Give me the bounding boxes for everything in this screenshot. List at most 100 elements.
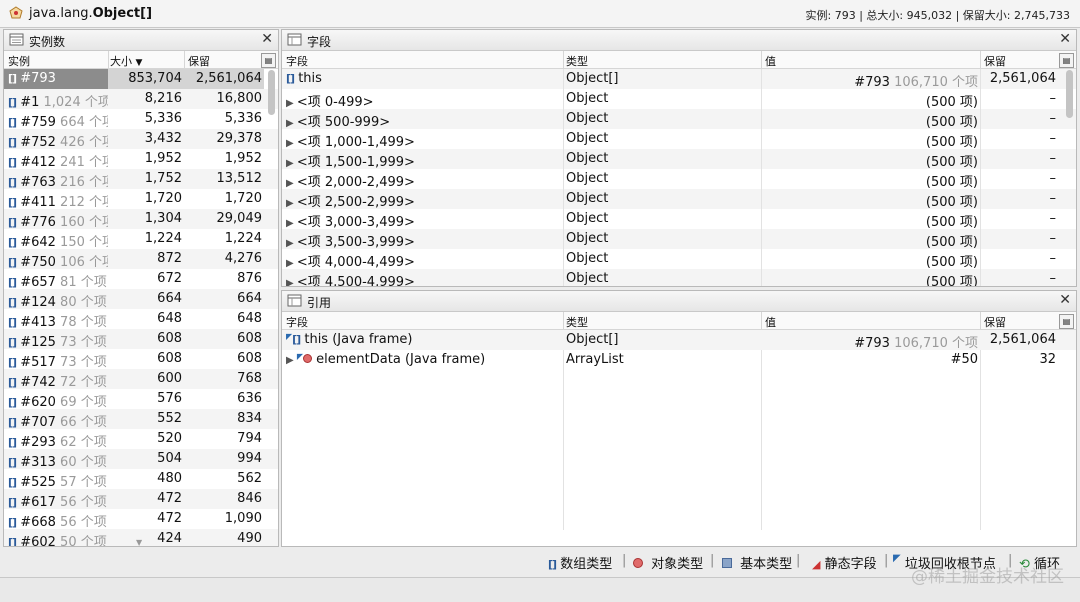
close-icon[interactable]: ✕	[261, 31, 273, 47]
col-type[interactable]: 类型	[566, 53, 588, 69]
column-config-icon[interactable]: ▤	[261, 53, 276, 68]
reference-row[interactable]: ◤[] this (Java frame) Object[] #793 106,71…	[282, 330, 1076, 351]
instance-row[interactable]: [] #293 62 个项 520 794	[4, 429, 278, 449]
col-type[interactable]: 类型	[566, 314, 588, 330]
array-icon: []	[8, 116, 17, 129]
instance-row[interactable]: [] #759 664 个项 5,336 5,336	[4, 109, 278, 129]
col-retained[interactable]: 保留	[188, 53, 210, 69]
array-icon: []	[8, 236, 17, 249]
expand-arrow-icon[interactable]: ▶	[286, 238, 297, 249]
fields-scrollbar[interactable]	[1066, 70, 1073, 118]
field-name-cell: ▶ <项 2,500-2,999>	[286, 191, 415, 210]
field-retained: 32	[1039, 352, 1056, 367]
field-row[interactable]: ▶ <项 0-499> Object (500 项) –	[282, 89, 1076, 110]
array-icon: []	[286, 72, 295, 85]
legend-array-type: [] 数组类型	[548, 557, 613, 572]
instance-row[interactable]: [] #657 81 个项 672 876	[4, 269, 278, 289]
field-value-count: 106,710 个项	[889, 336, 978, 351]
field-name-cell: ▶ ◤ elementData (Java frame)	[286, 352, 485, 367]
close-icon[interactable]: ✕	[1059, 292, 1071, 308]
expand-arrow-icon[interactable]: ▶	[286, 98, 297, 109]
field-row[interactable]: ▶ <项 1,000-1,499> Object (500 项) –	[282, 129, 1076, 150]
array-icon: []	[8, 96, 17, 109]
field-type: Object	[566, 191, 609, 206]
instance-row[interactable]: [] #412 241 个项 1,952 1,952	[4, 149, 278, 169]
expand-arrow-icon[interactable]: ▶	[286, 118, 297, 129]
instance-row[interactable]: [] #411 212 个项 1,720 1,720	[4, 189, 278, 209]
instance-size: 664	[157, 291, 182, 306]
instance-id-cell: [] #411 212 个项	[4, 189, 108, 209]
instance-retained: 608	[237, 331, 262, 346]
field-name: <项 2,000-2,499>	[296, 175, 415, 190]
instance-row[interactable]: [] #742 72 个项 600 768	[4, 369, 278, 389]
instance-row[interactable]: [] #793 853,704 2,561,064	[4, 69, 278, 89]
instance-row[interactable]: [] #413 78 个项 648 648	[4, 309, 278, 329]
instance-row[interactable]: [] #763 216 个项 1,752 13,512	[4, 169, 278, 189]
instance-id-cell: [] #124 80 个项	[4, 289, 108, 309]
instance-id-cell: [] #642 150 个项	[4, 229, 108, 249]
instance-id-cell: [] #759 664 个项	[4, 109, 108, 129]
instance-row[interactable]: [] #620 69 个项 576 636	[4, 389, 278, 409]
instance-row[interactable]: [] #525 57 个项 480 562	[4, 469, 278, 489]
column-config-icon[interactable]: ▤	[1059, 314, 1074, 329]
expand-arrow-icon[interactable]: ▶	[286, 355, 297, 366]
field-value-cell: (500 项)	[762, 231, 978, 250]
field-name: <项 3,000-3,499>	[296, 215, 415, 230]
col-value[interactable]: 值	[765, 314, 776, 330]
instance-row[interactable]: [] #125 73 个项 608 608	[4, 329, 278, 349]
column-config-icon[interactable]: ▤	[1059, 53, 1074, 68]
instance-row[interactable]: [] #707 66 个项 552 834	[4, 409, 278, 429]
expand-arrow-icon[interactable]: ▶	[286, 138, 297, 149]
field-row[interactable]: ▶ <项 500-999> Object (500 项) –	[282, 109, 1076, 130]
instance-row[interactable]: [] #124 80 个项 664 664	[4, 289, 278, 309]
instance-row[interactable]: [] #668 56 个项 472 1,090	[4, 509, 278, 529]
instance-retained: 5,336	[224, 111, 262, 126]
instance-id: #313	[16, 455, 61, 469]
expand-arrow-icon[interactable]: ▶	[286, 178, 297, 189]
expand-arrow-icon[interactable]: ▶	[286, 158, 297, 169]
field-name-cell: ▶ <项 2,000-2,499>	[286, 171, 415, 190]
expand-arrow-icon[interactable]: ▶	[286, 198, 297, 209]
col-instance[interactable]: 实例	[8, 53, 30, 69]
field-value: (500 项)	[925, 155, 978, 170]
expand-arrow-icon[interactable]: ▶	[286, 278, 297, 286]
instances-scrollbar[interactable]	[268, 70, 275, 115]
instance-row[interactable]: [] #642 150 个项 1,224 1,224	[4, 229, 278, 249]
instance-row[interactable]: [] #617 56 个项 472 846	[4, 489, 278, 509]
col-retained[interactable]: 保留	[984, 314, 1006, 330]
field-name: elementData (Java frame)	[312, 352, 486, 367]
field-row[interactable]: ▶ <项 4,500-4,999> Object (500 项) –	[282, 269, 1076, 286]
class-icon	[9, 6, 23, 19]
col-size[interactable]: 大小 ▼	[110, 53, 142, 69]
expand-arrow-icon[interactable]: ▶	[286, 218, 297, 229]
instance-row[interactable]: [] #752 426 个项 3,432 29,378	[4, 129, 278, 149]
field-row[interactable]: ▶ <项 2,000-2,499> Object (500 项) –	[282, 169, 1076, 190]
field-row[interactable]: ▶ <项 3,000-3,499> Object (500 项) –	[282, 209, 1076, 230]
close-icon[interactable]: ✕	[1059, 31, 1071, 47]
field-row-this[interactable]: [] this Object[] #793 106,710 个项 2,561,064	[282, 69, 1076, 90]
instance-count: 160 个项	[60, 215, 108, 229]
instance-row[interactable]: [] #776 160 个项 1,304 29,049	[4, 209, 278, 229]
instance-row[interactable]: [] #313 60 个项 504 994	[4, 449, 278, 469]
array-icon: []	[8, 396, 17, 409]
field-row[interactable]: ▶ <项 2,500-2,999> Object (500 项) –	[282, 189, 1076, 210]
expand-arrow-icon[interactable]: ▶	[286, 258, 297, 269]
instance-count: 73 个项	[60, 335, 107, 349]
col-field[interactable]: 字段	[286, 314, 308, 330]
field-row[interactable]: ▶ <项 3,500-3,999> Object (500 项) –	[282, 229, 1076, 250]
instance-row[interactable]: [] #1 1,024 个项 8,216 16,800	[4, 89, 278, 109]
col-field[interactable]: 字段	[286, 53, 308, 69]
col-value[interactable]: 值	[765, 53, 776, 69]
instance-size: 608	[157, 351, 182, 366]
instance-size: 1,304	[144, 211, 182, 226]
col-retained[interactable]: 保留	[984, 53, 1006, 69]
instance-row[interactable]: [] #517 73 个项 608 608	[4, 349, 278, 369]
instances-list: [] #793 853,704 2,561,064[] #1 1,024 个项 8,…	[4, 69, 278, 546]
instance-id-cell: [] #793	[4, 69, 108, 89]
field-name-cell: ▶ <项 3,500-3,999>	[286, 231, 415, 250]
instance-row[interactable]: [] #750 106 个项 872 4,276	[4, 249, 278, 269]
field-row[interactable]: ▶ <项 4,000-4,499> Object (500 项) –	[282, 249, 1076, 270]
field-row[interactable]: ▶ <项 1,500-1,999> Object (500 项) –	[282, 149, 1076, 170]
instance-count: 69 个项	[60, 395, 107, 409]
reference-row[interactable]: ▶ ◤ elementData (Java frame) ArrayList #50…	[282, 350, 1076, 370]
